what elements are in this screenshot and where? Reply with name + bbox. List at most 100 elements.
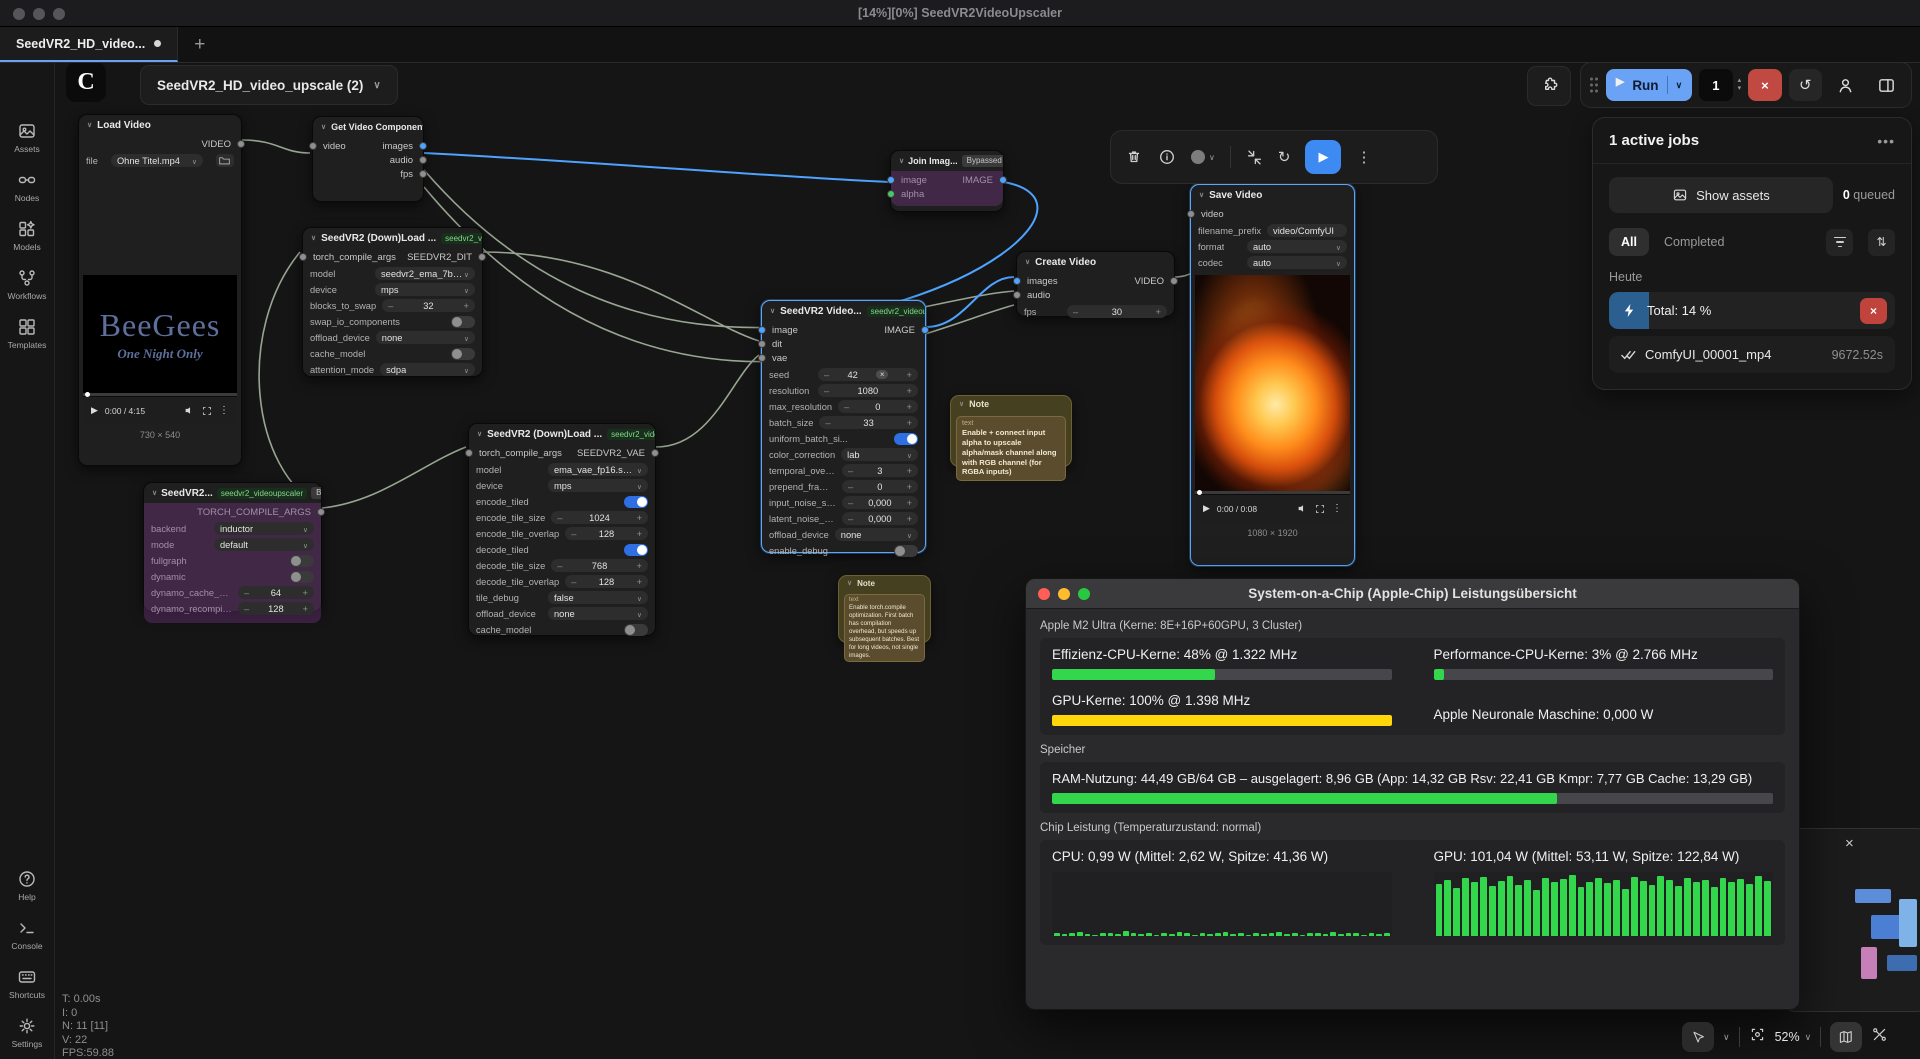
input-port[interactable] [887, 190, 895, 198]
decrement-button[interactable] [824, 386, 829, 396]
node-widget-row[interactable]: input_noise_scale 0,000 0,000× [769, 496, 918, 509]
run-button[interactable]: ▶ Run ∨ [1606, 69, 1692, 101]
info-button[interactable] [1158, 148, 1176, 166]
node-widget-row[interactable]: resolution 1080 1080× [769, 384, 918, 397]
input-port[interactable] [1013, 277, 1021, 285]
node-widget-row[interactable]: offload_device none none× [310, 331, 475, 344]
increment-button[interactable] [637, 529, 642, 539]
output-port[interactable] [419, 156, 427, 164]
node-widget-row[interactable]: enable_debug × [769, 544, 918, 557]
node-widget-row[interactable]: encode_tiled × [476, 495, 648, 508]
decrement-button[interactable] [844, 402, 849, 412]
node-widget-row[interactable]: tile_debug false false× [476, 591, 648, 604]
refresh-button[interactable]: ↻ [1278, 148, 1291, 166]
toggle-switch[interactable] [290, 555, 314, 567]
decrement-button[interactable] [848, 514, 853, 524]
output-port[interactable] [237, 140, 245, 148]
node-widget-row[interactable]: model seedvr2_ema_7b_fp... seedvr2_ema_7… [310, 267, 475, 280]
output-port[interactable] [317, 508, 325, 516]
toggle-switch[interactable] [451, 316, 475, 328]
history-button[interactable]: ↺ [1789, 69, 1822, 101]
decrement-button[interactable] [557, 561, 562, 571]
toggle-switch[interactable] [451, 348, 475, 360]
increment-button[interactable] [303, 588, 308, 598]
output-port[interactable] [921, 326, 929, 334]
run-selected-button[interactable]: ▶ [1305, 140, 1341, 174]
cancel-run-button[interactable]: × [1748, 69, 1781, 101]
decrement-button[interactable] [388, 301, 393, 311]
node-widget-row[interactable]: encode_tile_overlap 128 128× [476, 527, 648, 540]
node-widget-row[interactable]: uniform_batch_si... × [769, 432, 918, 445]
toggle-switch[interactable] [624, 496, 648, 508]
node-widget-row[interactable]: attention_mode sdpa sdpa× [310, 363, 475, 376]
sidebar-item-assets[interactable]: Assets [14, 121, 40, 154]
output-port[interactable] [478, 253, 486, 261]
node-widget-row[interactable]: dynamic × [151, 570, 314, 583]
node-note-alpha[interactable]: ∨Note text Enable + connect input alpha … [950, 395, 1072, 467]
node-widget-row[interactable]: model ema_vae_fp16.safeten... ema_vae_fp… [476, 463, 648, 476]
decrement-button[interactable] [824, 370, 829, 380]
increment-button[interactable] [907, 482, 912, 492]
sidebar-item-models[interactable]: Models [13, 219, 40, 252]
decrement-button[interactable] [244, 588, 249, 598]
node-widget-row[interactable]: dynamo_recompile_... 128 128× [151, 602, 314, 615]
video-controls[interactable]: ▶ 0:00 / 4:15 ⋮ [83, 396, 237, 424]
node-seedvr2-vae-loader[interactable]: ∨SeedVR2 (Down)Load ...seedvr2_videoupsc… [468, 423, 656, 636]
input-port[interactable] [1187, 210, 1195, 218]
node-widget-row[interactable]: offload_device none none× [476, 607, 648, 620]
output-port[interactable] [1170, 277, 1178, 285]
sidebar-item-workflows[interactable]: Workflows [7, 268, 46, 301]
delete-button[interactable] [1125, 148, 1143, 166]
node-widget-row[interactable]: format auto auto× [1198, 240, 1347, 253]
output-port[interactable] [999, 176, 1007, 184]
increment-button[interactable] [907, 402, 912, 412]
node-widget-row[interactable]: batch_size 33 33× [769, 416, 918, 429]
decrement-button[interactable] [244, 604, 249, 614]
minimap-panel[interactable]: × [1786, 828, 1920, 1012]
drag-grip-icon[interactable] [1589, 76, 1599, 94]
node-torch-compile-args[interactable]: ∨SeedVR2...seedvr2_videoupscalerBypassed… [143, 482, 322, 612]
decrement-button[interactable] [848, 498, 853, 508]
run-options-chevron-icon[interactable]: ∨ [1676, 80, 1683, 91]
open-file-button[interactable] [216, 154, 234, 167]
node-widget-row[interactable]: swap_io_components × [310, 315, 475, 328]
user-button[interactable] [1829, 69, 1862, 101]
performance-window-titlebar[interactable]: System-on-a-Chip (Apple-Chip) Leistungsü… [1026, 579, 1799, 609]
node-widget-row[interactable]: cache_model × [476, 623, 648, 636]
input-port[interactable] [758, 354, 766, 362]
close-icon[interactable]: × [1845, 835, 1854, 852]
increment-button[interactable] [637, 561, 642, 571]
node-widget-row[interactable]: decode_tile_size 768 768× [476, 559, 648, 572]
increment-button[interactable] [907, 418, 912, 428]
input-port[interactable] [299, 253, 307, 261]
increment-button[interactable] [637, 577, 642, 587]
node-widget-row[interactable]: dynamo_cache_size_... 64 64× [151, 586, 314, 599]
node-widget-row[interactable]: blocks_to_swap 32 32× [310, 299, 475, 312]
node-widget-row[interactable]: cache_model × [310, 347, 475, 360]
node-join-image[interactable]: ∨Join Imag...Bypassed ⤾ imageIMAGE alpha [890, 150, 1004, 212]
fit-view-button[interactable] [1749, 1026, 1766, 1048]
node-widget-row[interactable]: decode_tiled × [476, 543, 648, 556]
pointer-mode-button[interactable] [1682, 1022, 1714, 1052]
filter-button[interactable] [1826, 229, 1853, 256]
node-widget-row[interactable]: decode_tile_overlap 128 128× [476, 575, 648, 588]
node-create-video[interactable]: ∨Create Video imagesVIDEO audio fps 30 [1016, 251, 1175, 317]
video-preview[interactable] [1195, 275, 1350, 491]
decrement-button[interactable] [571, 577, 576, 587]
cancel-job-button[interactable]: × [1860, 298, 1887, 324]
node-widget-row[interactable]: filename_prefix video/ComfyUI video/Comf… [1198, 224, 1347, 237]
increment-button[interactable] [907, 514, 912, 524]
video-scrubber[interactable] [83, 393, 237, 396]
increment-button[interactable] [907, 498, 912, 508]
node-widget-row[interactable]: prepend_frames 0 0× [769, 480, 918, 493]
node-widget-row[interactable]: mode default default× [151, 538, 314, 551]
node-get-video-components[interactable]: ∨Get Video Components videoimages audio … [312, 116, 424, 202]
show-assets-button[interactable]: Show assets [1609, 177, 1833, 213]
minimap-toggle-button[interactable] [1830, 1022, 1862, 1052]
decrement-button[interactable] [848, 482, 853, 492]
node-widget-row[interactable]: latent_noise_scale 0,000 0,000× [769, 512, 918, 525]
sidebar-item-help[interactable]: Help [17, 869, 37, 902]
batch-count-input[interactable]: 1 [1699, 69, 1732, 101]
node-load-video[interactable]: ∨Load Video VIDEO file Ohne Titel.mp4 Be… [78, 114, 242, 466]
node-color-button[interactable]: ∨ [1191, 150, 1215, 164]
